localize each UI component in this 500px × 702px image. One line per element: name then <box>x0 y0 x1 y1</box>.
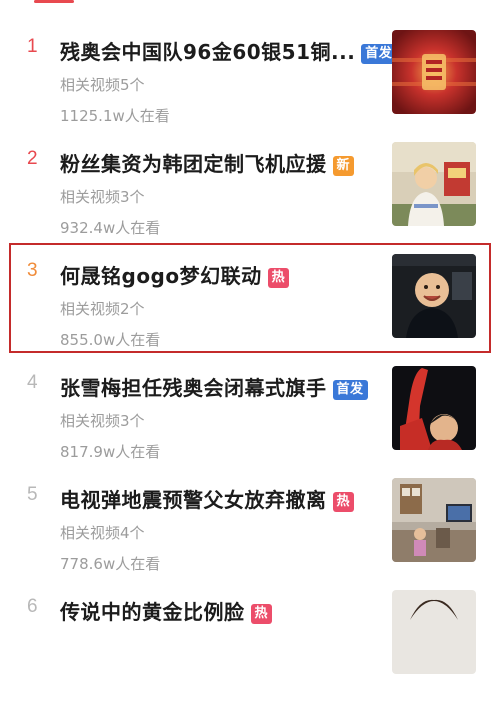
title-text: 粉丝集资为韩团定制飞机应援 <box>60 152 327 176</box>
trending-item-5[interactable]: 5 电视弹地震预警父女放弃撤离热 相关视频4个 778.6w人在看 <box>0 478 500 590</box>
viewer-count: 778.6w人在看 <box>60 555 161 573</box>
video-thumbnail[interactable] <box>392 254 476 338</box>
viewer-count: 855.0w人在看 <box>60 331 161 349</box>
related-videos-count: 相关视频3个 <box>60 412 145 430</box>
video-thumbnail[interactable] <box>392 590 476 674</box>
trending-item-1[interactable]: 1 残奥会中国队96金60银51铜... 首发 相关视频5个 1125.1w人在看 <box>0 30 500 142</box>
first-release-badge: 首发 <box>332 380 368 400</box>
viewer-count: 817.9w人在看 <box>60 443 161 461</box>
trending-item-4[interactable]: 4 张雪梅担任残奥会闭幕式旗手 首发 相关视频3个 817.9w人在看 <box>0 366 500 478</box>
hot-badge: 热 <box>250 604 273 624</box>
title-text: 电视弹地震预警父女放弃撤离 <box>60 488 327 512</box>
related-videos-count: 相关视频2个 <box>60 300 145 318</box>
new-badge: 新 <box>332 156 355 176</box>
rank-number: 5 <box>27 484 38 505</box>
trending-title[interactable]: 张雪梅担任残奥会闭幕式旗手 首发 <box>60 372 368 401</box>
trending-title[interactable]: 何晟铭gogo梦幻联动热 <box>60 260 290 289</box>
video-thumbnail[interactable] <box>392 366 476 450</box>
video-thumbnail[interactable] <box>392 142 476 226</box>
trending-title[interactable]: 粉丝集资为韩团定制飞机应援新 <box>60 148 355 177</box>
trending-title[interactable]: 电视弹地震预警父女放弃撤离热 <box>60 484 355 513</box>
title-text: 张雪梅担任残奥会闭幕式旗手 <box>60 376 327 400</box>
video-thumbnail[interactable] <box>392 478 476 562</box>
trending-item-6[interactable]: 6 传说中的黄金比例脸热 <box>0 590 500 702</box>
video-thumbnail[interactable] <box>392 30 476 114</box>
viewer-count: 1125.1w人在看 <box>60 107 170 125</box>
hot-badge: 热 <box>332 492 355 512</box>
related-videos-count: 相关视频3个 <box>60 188 145 206</box>
hot-badge: 热 <box>267 268 290 288</box>
rank-number: 4 <box>27 372 38 393</box>
title-text: 何晟铭gogo梦幻联动 <box>60 264 262 288</box>
related-videos-count: 相关视频5个 <box>60 76 145 94</box>
rank-number: 2 <box>27 148 38 169</box>
trending-title[interactable]: 残奥会中国队96金60银51铜... 首发 <box>60 36 397 65</box>
title-text: 传说中的黄金比例脸 <box>60 600 245 624</box>
trending-item-2[interactable]: 2 粉丝集资为韩团定制飞机应援新 相关视频3个 932.4w人在看 <box>0 142 500 254</box>
rank-number: 3 <box>27 260 38 281</box>
viewer-count: 932.4w人在看 <box>60 219 161 237</box>
trending-title[interactable]: 传说中的黄金比例脸热 <box>60 596 273 625</box>
related-videos-count: 相关视频4个 <box>60 524 145 542</box>
title-text: 残奥会中国队96金60银51铜... <box>60 40 356 64</box>
trending-item-3[interactable]: 3 何晟铭gogo梦幻联动热 相关视频2个 855.0w人在看 <box>0 254 500 366</box>
rank-number: 1 <box>27 36 38 57</box>
trending-list: 1 残奥会中国队96金60银51铜... 首发 相关视频5个 1125.1w人在看 <box>0 0 500 674</box>
rank-number: 6 <box>27 596 38 617</box>
